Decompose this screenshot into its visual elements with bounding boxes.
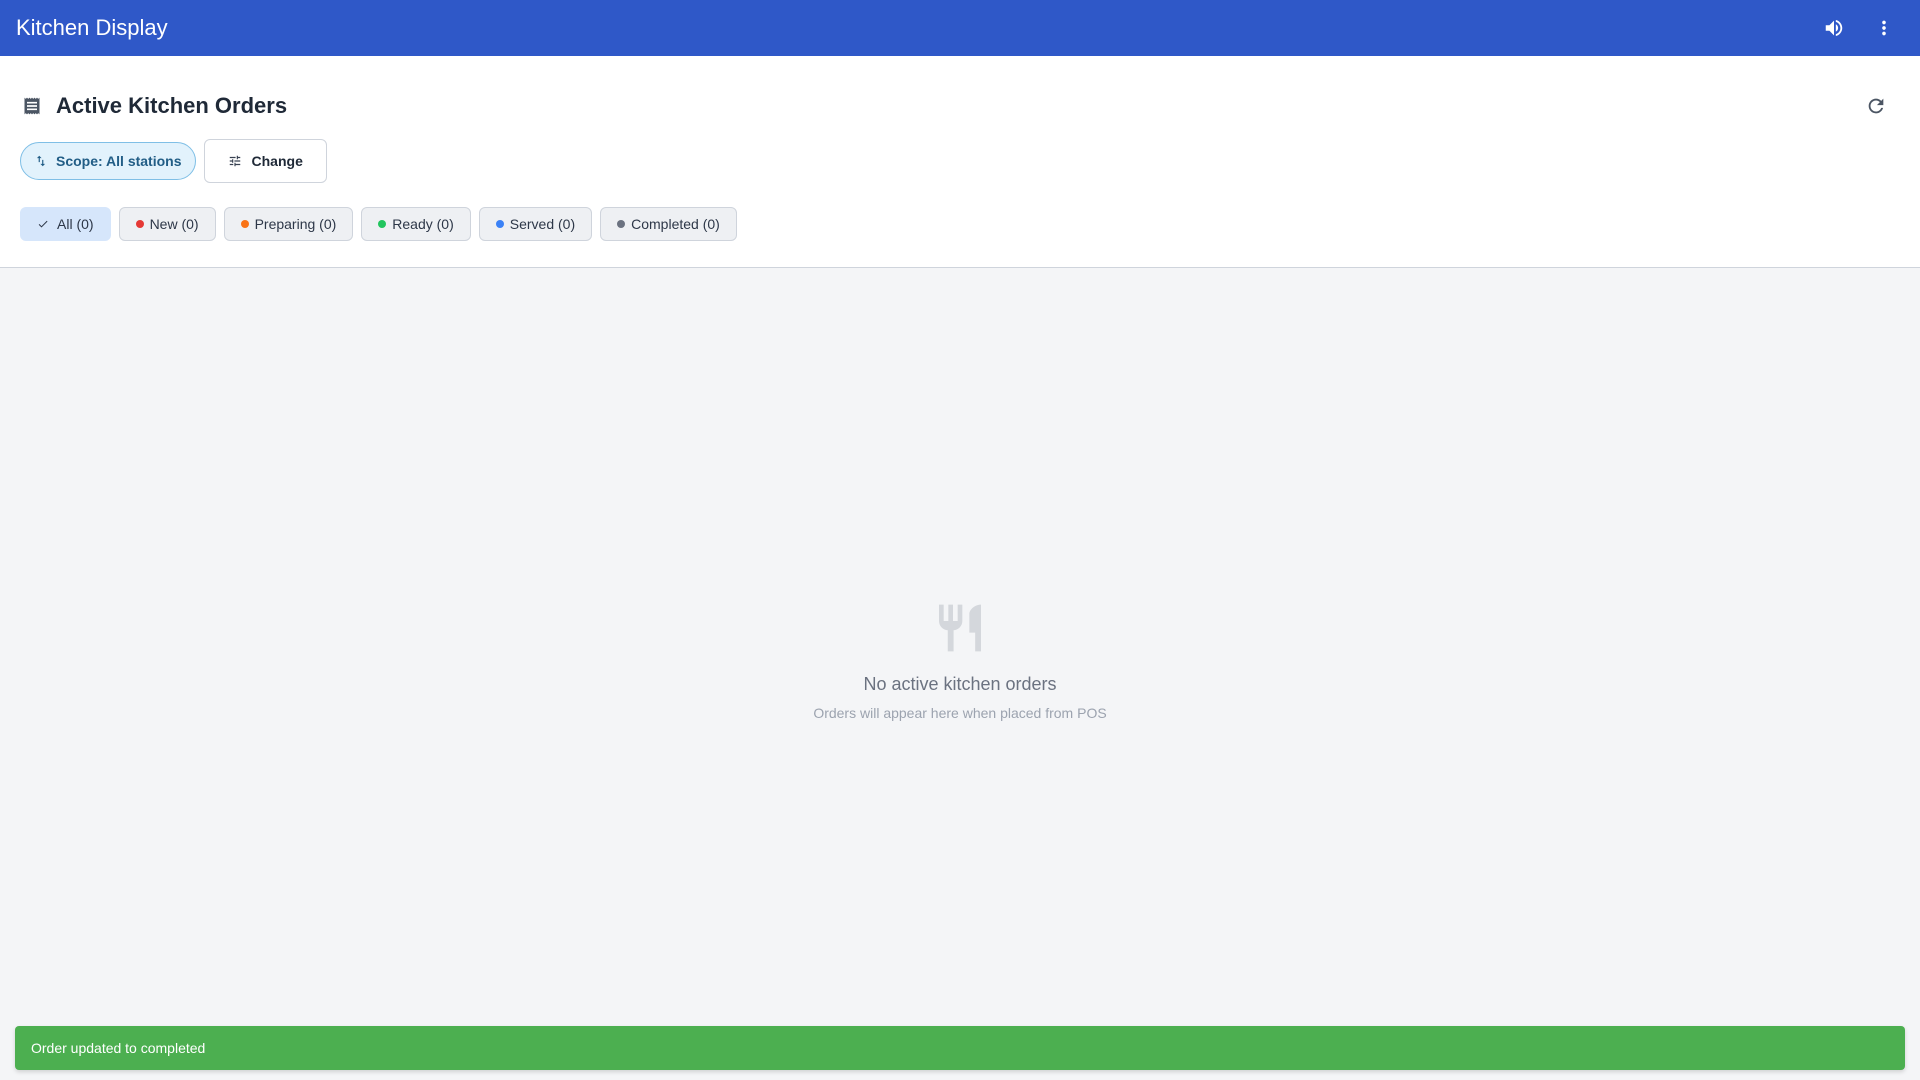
more-vert-icon [1882, 20, 1886, 36]
tune-icon [229, 155, 240, 167]
page-title: Active Kitchen Orders [56, 93, 288, 118]
empty-state-title: No active kitchen orders [863, 674, 1057, 694]
volume-icon [1825, 19, 1843, 37]
status-dot-red [135, 220, 144, 228]
filter-preparing[interactable]: Preparing (0) [223, 207, 354, 241]
filter-new-label: New (0) [149, 216, 199, 232]
filter-all[interactable]: All (0) [20, 207, 111, 241]
refresh-button[interactable] [1856, 86, 1896, 126]
refresh-icon [1868, 98, 1884, 114]
status-filter-row: All (0) New (0) Preparing (0) Ready (0) … [20, 207, 745, 241]
volume-button[interactable] [1814, 8, 1854, 48]
filter-new[interactable]: New (0) [118, 207, 216, 241]
empty-state: No active kitchen orders Orders will app… [0, 600, 1920, 721]
filter-ready[interactable]: Ready (0) [361, 207, 471, 241]
status-dot-blue [495, 220, 504, 228]
filter-served-label: Served (0) [509, 216, 576, 232]
change-scope-button[interactable]: Change [203, 139, 327, 183]
scope-chip[interactable]: Scope: All stations [20, 142, 196, 180]
more-menu-button[interactable] [1864, 8, 1904, 48]
status-dot-orange [240, 220, 249, 228]
receipt-icon [20, 94, 44, 118]
filter-completed[interactable]: Completed (0) [600, 207, 737, 241]
page-heading: Active Kitchen Orders [20, 86, 287, 126]
snackbar: Order updated to completed [15, 1026, 1905, 1070]
filter-served[interactable]: Served (0) [478, 207, 593, 241]
status-dot-gray [617, 220, 626, 228]
filter-all-label: All (0) [57, 216, 94, 232]
status-dot-green [378, 220, 387, 228]
filter-preparing-label: Preparing (0) [254, 216, 337, 232]
swap-vertical-icon [36, 155, 46, 167]
app-title: Kitchen Display [16, 15, 168, 40]
restaurant-icon [939, 604, 981, 652]
change-label: Change [251, 153, 303, 169]
check-icon [38, 220, 48, 228]
app-bar: Kitchen Display [0, 0, 1920, 56]
filter-completed-label: Completed (0) [631, 216, 720, 232]
empty-state-subtitle: Orders will appear here when placed from… [813, 705, 1107, 721]
orders-header-panel: Active Kitchen Orders Scope: All station… [0, 56, 1920, 268]
scope-row: Scope: All stations Change [20, 139, 327, 183]
snackbar-message: Order updated to completed [31, 1040, 206, 1056]
filter-ready-label: Ready (0) [392, 216, 454, 232]
scope-label: Scope: All stations [56, 153, 182, 169]
